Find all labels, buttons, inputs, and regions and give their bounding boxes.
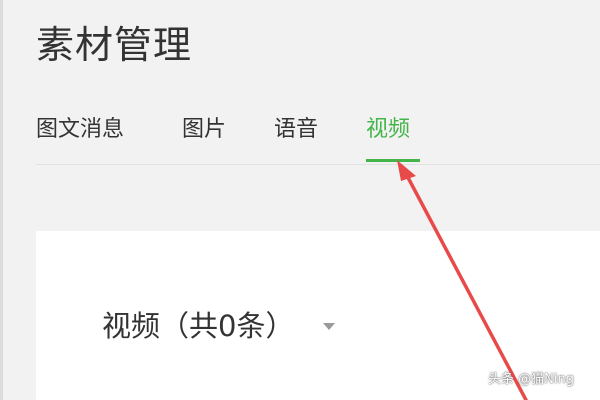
annotation-arrow xyxy=(397,160,528,400)
arrow-head-icon xyxy=(397,160,416,181)
page: 素材管理 图文消息 图片 语音 视频 视频（共0条） 头条 @猫Ning xyxy=(0,0,600,400)
watermark: 头条 @猫Ning xyxy=(488,372,574,387)
arrow-shaft xyxy=(402,168,528,400)
